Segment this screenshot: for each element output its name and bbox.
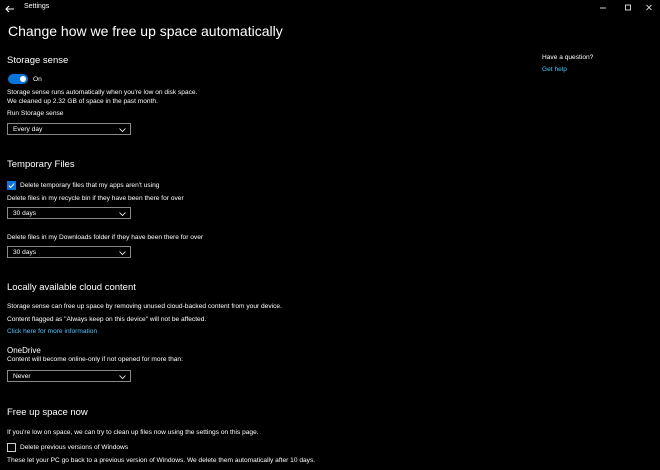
onedrive-dropdown[interactable]: Never: [7, 370, 131, 382]
temporary-files-heading: Temporary Files: [7, 159, 75, 170]
maximize-button[interactable]: [617, 1, 639, 15]
back-arrow-icon[interactable]: [4, 2, 16, 14]
chevron-down-icon: [119, 212, 126, 217]
page-title: Change how we free up space automaticall…: [8, 23, 283, 39]
onedrive-label: Content will become online-only if not o…: [7, 356, 183, 363]
dropdown-value: 30 days: [13, 249, 37, 256]
storage-sense-description-1: Storage sense runs automatically when yo…: [7, 89, 198, 96]
onedrive-heading: OneDrive: [7, 346, 41, 355]
chevron-down-icon: [119, 251, 126, 256]
free-up-now-heading: Free up space now: [7, 407, 88, 418]
recycle-bin-dropdown[interactable]: 30 days: [7, 207, 131, 219]
delete-temp-files-checkbox[interactable]: [7, 181, 16, 190]
run-storage-sense-dropdown[interactable]: Every day: [7, 123, 131, 135]
downloads-label: Delete files in my Downloads folder if t…: [7, 234, 204, 241]
close-button[interactable]: [638, 1, 660, 15]
dropdown-value: Never: [13, 373, 31, 380]
checkmark-icon: [8, 183, 15, 189]
toggle-knob: [20, 76, 26, 82]
app-title: Settings: [24, 3, 50, 10]
minimize-button[interactable]: [592, 1, 614, 15]
cloud-content-heading: Locally available cloud content: [7, 282, 136, 293]
run-storage-sense-label: Run Storage sense: [7, 110, 64, 117]
recycle-bin-label: Delete files in my recycle bin if they h…: [7, 195, 184, 202]
toggle-state-label: On: [33, 76, 42, 83]
previous-windows-footer: These let your PC go back to a previous …: [7, 457, 316, 464]
get-help-link[interactable]: Get help: [542, 66, 567, 73]
delete-previous-windows-label: Delete previous versions of Windows: [20, 444, 129, 451]
chevron-down-icon: [119, 128, 126, 133]
dropdown-value: 30 days: [13, 210, 37, 217]
question-heading: Have a question?: [542, 54, 594, 61]
free-up-now-description: If you're low on space, we can try to cl…: [7, 429, 259, 436]
title-bar: Settings: [0, 0, 660, 16]
cloud-content-description-1: Storage sense can free up space by remov…: [7, 303, 282, 310]
dropdown-value: Every day: [13, 126, 43, 133]
chevron-down-icon: [119, 375, 126, 380]
storage-sense-description-2: We cleaned up 2.32 GB of space in the pa…: [7, 98, 158, 105]
storage-sense-heading: Storage sense: [7, 55, 69, 66]
delete-temp-files-label: Delete temporary files that my apps aren…: [20, 182, 160, 189]
downloads-dropdown[interactable]: 30 days: [7, 246, 131, 258]
cloud-content-description-2: Content flagged as "Always keep on this …: [7, 316, 207, 323]
delete-previous-windows-checkbox[interactable]: [7, 443, 16, 452]
more-info-link[interactable]: Click here for more information: [7, 328, 97, 335]
storage-sense-toggle[interactable]: [8, 74, 28, 84]
